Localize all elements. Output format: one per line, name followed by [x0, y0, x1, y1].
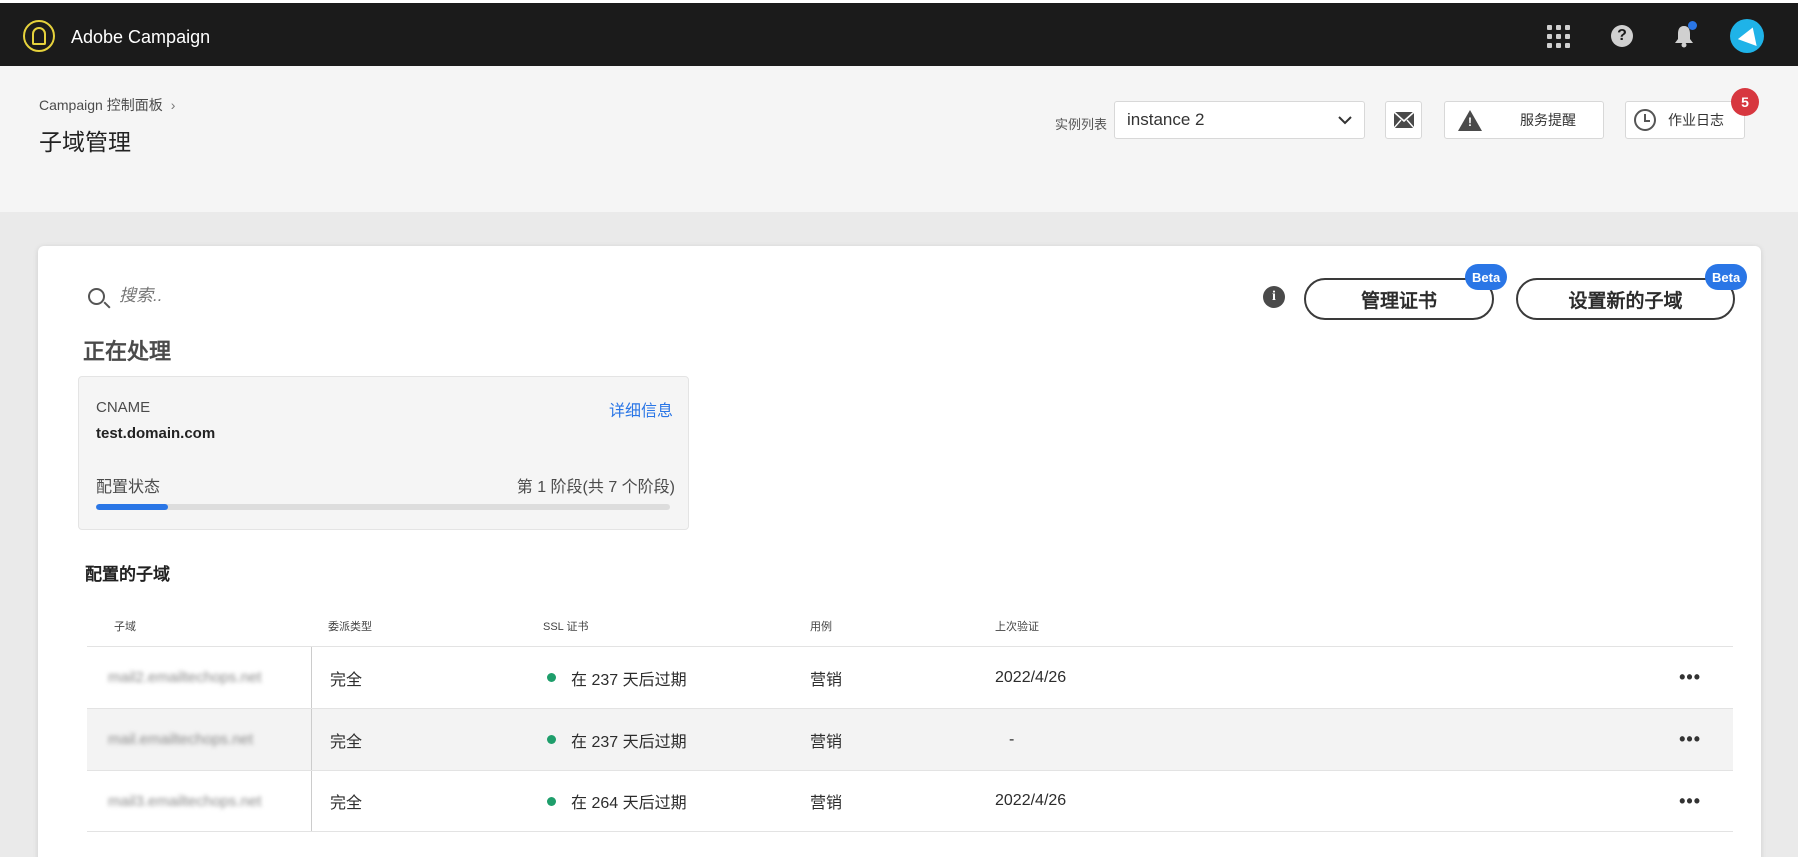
status-ok-icon — [547, 796, 556, 806]
delegation-type: 完全 — [330, 671, 363, 689]
status-ok-icon — [547, 735, 556, 744]
adobe-campaign-logo[interactable] — [23, 20, 55, 52]
manage-certificates-button[interactable]: 管理证书 — [1304, 278, 1494, 320]
column-header-last-verified[interactable]: 上次验证 — [995, 618, 1195, 634]
mail-icon — [1392, 111, 1415, 129]
job-log-label: 作业日志 — [1668, 112, 1724, 128]
table-row[interactable]: mail3.emailtechops.net 完全 在 264 天后过期 营销 … — [87, 770, 1733, 832]
more-actions-icon[interactable]: ••• — [1195, 667, 1733, 688]
top-bar: Adobe Campaign ? — [0, 0, 1798, 66]
delegation-type: 完全 — [330, 733, 363, 751]
use-case: 营销 — [810, 671, 843, 689]
more-actions-icon[interactable]: ••• — [1195, 791, 1733, 812]
setup-new-subdomain-button[interactable]: 设置新的子域 — [1516, 278, 1735, 320]
job-log-button[interactable]: 作业日志 — [1625, 101, 1745, 139]
table-header: 子域 委派类型 SSL 证书 用例 上次验证 — [87, 606, 1733, 646]
warning-icon — [1458, 109, 1482, 131]
service-alerts-label: 服务提醒 — [1520, 112, 1576, 128]
chevron-down-icon — [1338, 115, 1352, 124]
column-header-use-case[interactable]: 用例 — [810, 618, 995, 634]
delegation-type: 完全 — [330, 795, 363, 812]
beta-badge: Beta — [1465, 264, 1508, 290]
column-header-subdomain[interactable]: 子域 — [87, 606, 312, 646]
avatar[interactable] — [1730, 19, 1764, 53]
breadcrumb[interactable]: Campaign 控制面板 › — [39, 95, 175, 115]
column-header-delegation[interactable]: 委派类型 — [312, 618, 533, 634]
table-row[interactable]: mail2.emailtechops.net 完全 在 237 天后过期 营销 … — [87, 646, 1733, 708]
instance-list-label: 实例列表 — [1055, 117, 1108, 132]
subdomains-table: 子域 委派类型 SSL 证书 用例 上次验证 mail2.emailtechop… — [87, 606, 1733, 832]
breadcrumb-link[interactable]: Campaign 控制面板 — [39, 97, 163, 113]
last-verified: 2022/4/26 — [995, 668, 1067, 686]
subdomain-name: mail3.emailtechops.net — [108, 792, 262, 810]
subdomain-name: mail2.emailtechops.net — [108, 669, 262, 686]
processing-type-label: CNAME — [96, 399, 151, 416]
last-verified: 2022/4/26 — [995, 792, 1067, 809]
ssl-status: 在 237 天后过期 — [571, 733, 687, 751]
job-log-count-badge: 5 — [1731, 88, 1759, 116]
config-progress-bar — [96, 504, 670, 510]
page-title: 子域管理 — [39, 129, 131, 155]
instance-select[interactable]: instance 2 — [1114, 101, 1365, 139]
info-icon[interactable]: i — [1263, 286, 1285, 308]
history-icon — [1634, 109, 1656, 131]
column-header-ssl[interactable]: SSL 证书 — [533, 618, 810, 634]
status-ok-icon — [547, 673, 556, 682]
table-row[interactable]: mail.emailtechops.net 完全 在 237 天后过期 营销 -… — [87, 708, 1733, 770]
config-status-label: 配置状态 — [96, 479, 161, 496]
config-stage-text: 第 1 阶段(共 7 个阶段) — [516, 479, 675, 496]
search-icon — [88, 287, 105, 305]
ssl-status: 在 237 天后过期 — [571, 671, 687, 689]
main-card: i 管理证书 Beta 设置新的子域 Beta 正在处理 CNAME test.… — [38, 246, 1761, 857]
search-bar[interactable] — [88, 286, 419, 306]
last-verified: - — [1009, 730, 1015, 748]
app-title: Adobe Campaign — [71, 27, 211, 47]
instance-select-value: instance 2 — [1127, 110, 1205, 129]
help-icon[interactable]: ? — [1607, 21, 1637, 51]
mail-button[interactable] — [1385, 101, 1422, 139]
more-actions-icon[interactable]: ••• — [1195, 729, 1733, 750]
page-header: Campaign 控制面板 › 子域管理 实例列表 instance 2 服务提醒… — [0, 66, 1798, 212]
processing-domain: test.domain.com — [96, 425, 216, 442]
subdomain-name: mail.emailtechops.net — [108, 731, 254, 748]
apps-icon[interactable] — [1543, 21, 1573, 51]
beta-badge: Beta — [1705, 264, 1748, 290]
subdomains-section-title: 配置的子域 — [85, 565, 170, 584]
service-alerts-button[interactable]: 服务提醒 — [1444, 101, 1604, 139]
use-case: 营销 — [810, 733, 843, 751]
use-case: 营销 — [810, 795, 843, 812]
ssl-status: 在 264 天后过期 — [571, 795, 687, 812]
processing-section-title: 正在处理 — [83, 339, 172, 364]
notification-dot — [1688, 21, 1697, 30]
chevron-right-icon: › — [170, 97, 176, 113]
search-input[interactable] — [119, 286, 419, 306]
config-progress-fill — [96, 504, 168, 510]
processing-card: CNAME test.domain.com 详细信息 配置状态 第 1 阶段(共… — [78, 376, 689, 530]
details-link[interactable]: 详细信息 — [609, 397, 673, 421]
bell-icon[interactable] — [1669, 21, 1699, 51]
